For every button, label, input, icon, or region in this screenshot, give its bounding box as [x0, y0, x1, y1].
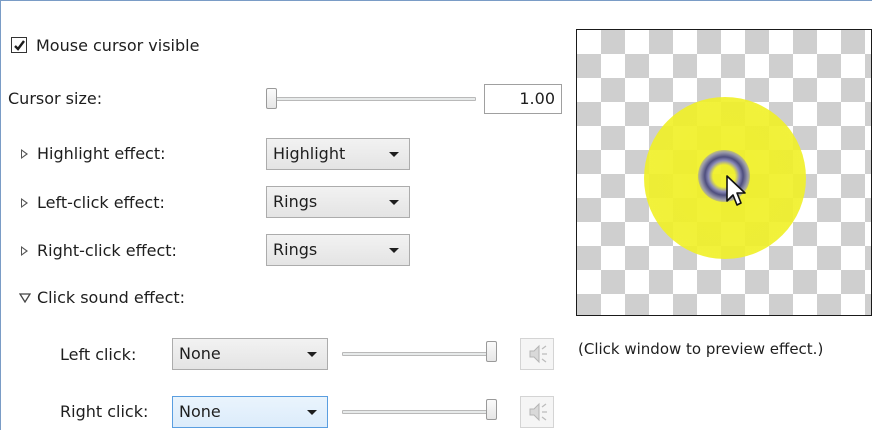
mouse-cursor-visible-label: Mouse cursor visible — [36, 36, 200, 55]
cursor-size-slider-track[interactable] — [268, 97, 476, 101]
right-click-effect-dropdown[interactable]: Rings — [266, 234, 410, 266]
window-border-top — [0, 0, 872, 1]
left-click-effect-label: Left-click effect: — [37, 193, 165, 212]
window-border-left — [0, 0, 1, 430]
right-click-sound-dropdown[interactable]: None — [172, 396, 328, 428]
cursor-size-slider-thumb[interactable] — [266, 88, 277, 109]
chevron-down-icon — [307, 410, 317, 415]
right-click-volume-track[interactable] — [342, 410, 496, 414]
right-click-volume-thumb[interactable] — [486, 399, 497, 420]
right-click-sound-label: Right click: — [60, 402, 149, 421]
checkmark-icon — [14, 40, 25, 51]
chevron-down-icon — [307, 352, 317, 357]
left-click-sound-label: Left click: — [60, 345, 137, 364]
highlight-effect-dropdown[interactable]: Highlight — [266, 138, 410, 170]
right-click-speaker-button[interactable] — [520, 396, 554, 428]
left-click-volume-thumb[interactable] — [486, 341, 497, 362]
right-click-sound-value: None — [179, 402, 221, 421]
left-click-volume-track[interactable] — [342, 352, 496, 356]
left-click-effect-dropdown[interactable]: Rings — [266, 186, 410, 218]
chevron-down-icon — [389, 248, 399, 253]
mouse-cursor-visible-checkbox[interactable] — [11, 37, 27, 53]
mouse-pointer-icon — [726, 175, 746, 206]
right-click-effect-label: Right-click effect: — [37, 241, 177, 260]
left-click-effect-value: Rings — [273, 192, 318, 211]
chevron-down-icon — [389, 152, 399, 157]
cursor-size-label: Cursor size: — [8, 89, 103, 108]
speaker-icon — [529, 344, 547, 364]
click-sound-effect-label: Click sound effect: — [37, 288, 186, 307]
preview-caption: (Click window to preview effect.) — [578, 340, 824, 358]
highlight-effect-value: Highlight — [273, 144, 346, 163]
triangle-down-icon[interactable] — [19, 293, 31, 303]
effect-preview-area[interactable] — [576, 29, 872, 316]
highlight-effect-label: Highlight effect: — [37, 144, 166, 163]
right-click-effect-value: Rings — [273, 240, 318, 259]
chevron-down-icon — [389, 200, 399, 205]
left-click-sound-value: None — [179, 344, 221, 363]
cursor-size-input[interactable]: 1.00 — [484, 84, 562, 114]
triangle-right-icon[interactable] — [21, 198, 28, 208]
triangle-right-icon[interactable] — [21, 246, 28, 256]
left-click-speaker-button[interactable] — [520, 338, 554, 370]
speaker-icon — [529, 402, 547, 422]
triangle-right-icon[interactable] — [21, 149, 28, 159]
left-click-sound-dropdown[interactable]: None — [172, 338, 328, 370]
